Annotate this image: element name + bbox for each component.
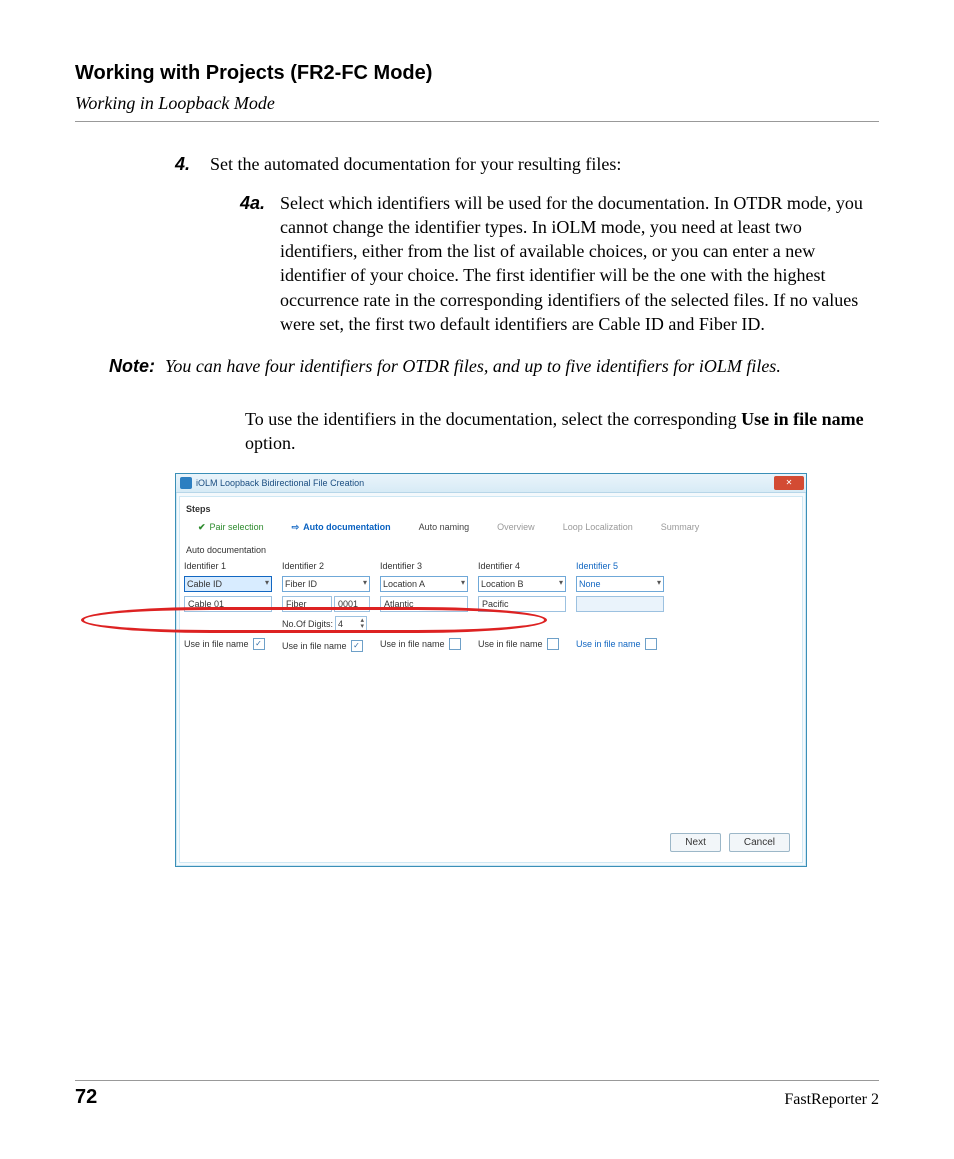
identifier-2-label: Identifier 2	[282, 560, 370, 572]
checkbox-icon[interactable]	[547, 638, 559, 650]
header-divider	[75, 121, 879, 122]
identifier-2-combo[interactable]: Fiber ID ▾	[282, 576, 370, 592]
paragraph: To use the identifiers in the documentat…	[245, 407, 879, 456]
checkbox-icon[interactable]	[351, 640, 363, 652]
digits-spinner[interactable]: 4 ▴▾	[335, 616, 367, 632]
para-bold: Use in file name	[741, 409, 863, 429]
section-title: Working in Loopback Mode	[75, 91, 879, 115]
identifier-4-usefilename[interactable]: Use in file name	[478, 638, 566, 650]
identifier-1: Identifier 1 Cable ID ▾ Cable 01 Use in …	[184, 560, 272, 652]
identifier-5-value[interactable]	[576, 596, 664, 612]
identifier-3-combo[interactable]: Location A ▾	[380, 576, 468, 592]
note-text: You can have four identifiers for OTDR f…	[165, 354, 879, 378]
check-icon: ✔	[198, 521, 206, 533]
checkbox-icon[interactable]	[253, 638, 265, 650]
tab-summary[interactable]: Summary	[647, 519, 714, 535]
identifier-4: Identifier 4 Location B ▾ Pacific Use in…	[478, 560, 566, 652]
substep-4a: 4a. Select which identifiers will be use…	[210, 191, 879, 337]
step-text: Set the automated documentation for your…	[210, 154, 621, 174]
substep-text: Select which identifiers will be used fo…	[280, 191, 879, 337]
chevron-down-icon: ▾	[265, 578, 269, 589]
footer-divider	[75, 1080, 879, 1081]
page-number: 72	[75, 1084, 97, 1111]
cancel-button[interactable]: Cancel	[729, 833, 790, 853]
dialog-title: iOLM Loopback Bidirectional File Creatio…	[196, 477, 364, 489]
identifier-5: Identifier 5 None ▾ Use in file name	[576, 560, 664, 652]
identifier-4-label: Identifier 4	[478, 560, 566, 572]
identifier-1-combo[interactable]: Cable ID ▾	[184, 576, 272, 592]
identifier-3-value[interactable]: Atlantic	[380, 596, 468, 612]
identifier-1-usefilename[interactable]: Use in file name	[184, 638, 272, 650]
step-number: 4.	[75, 152, 210, 336]
chevron-down-icon: ▾	[657, 578, 661, 589]
identifier-3-label: Identifier 3	[380, 560, 468, 572]
identifier-1-value[interactable]: Cable 01	[184, 596, 272, 612]
para-pre: To use the identifiers in the documentat…	[245, 409, 741, 429]
identifier-3-usefilename[interactable]: Use in file name	[380, 638, 468, 650]
identifier-2: Identifier 2 Fiber ID ▾ Fiber 0001 No.Of…	[282, 560, 370, 652]
tab-overview[interactable]: Overview	[483, 519, 549, 535]
tab-pair-selection[interactable]: ✔ Pair selection	[184, 519, 278, 535]
identifier-1-label: Identifier 1	[184, 560, 272, 572]
identifier-2-value2[interactable]: 0001	[334, 596, 370, 612]
steps-heading: Steps	[186, 503, 798, 515]
autodoc-section-label: Auto documentation	[186, 544, 798, 556]
checkbox-icon[interactable]	[449, 638, 461, 650]
step-4: 4. Set the automated documentation for y…	[75, 152, 879, 336]
dialog-titlebar: iOLM Loopback Bidirectional File Creatio…	[176, 474, 806, 493]
note-block: Note: You can have four identifiers for …	[75, 354, 879, 378]
tab-loop-localization[interactable]: Loop Localization	[549, 519, 647, 535]
app-icon	[180, 477, 192, 489]
wizard-steps: ✔ Pair selection ⇨ Auto documentation Au…	[184, 519, 798, 535]
identifier-2-usefilename[interactable]: Use in file name	[282, 640, 370, 652]
tab-auto-naming[interactable]: Auto naming	[405, 519, 484, 535]
dialog-window: iOLM Loopback Bidirectional File Creatio…	[175, 473, 807, 867]
dialog-blank-area	[184, 652, 798, 827]
page-footer: 72 FastReporter 2	[75, 1084, 879, 1111]
close-button[interactable]: ✕	[774, 476, 804, 490]
chevron-down-icon: ▾	[363, 578, 367, 589]
identifier-3: Identifier 3 Location A ▾ Atlantic Use i…	[380, 560, 468, 652]
arrow-icon: ⇨	[292, 521, 300, 533]
tab-auto-documentation[interactable]: ⇨ Auto documentation	[278, 519, 405, 535]
chapter-title: Working with Projects (FR2-FC Mode)	[75, 60, 879, 87]
identifier-4-value[interactable]: Pacific	[478, 596, 566, 612]
chevron-down-icon: ▾	[461, 578, 465, 589]
dialog-footer: Next Cancel	[184, 827, 798, 859]
identifier-5-usefilename[interactable]: Use in file name	[576, 638, 664, 650]
spinner-arrows-icon: ▴▾	[361, 618, 365, 630]
chevron-down-icon: ▾	[559, 578, 563, 589]
substep-number: 4a.	[210, 191, 280, 337]
para-post: option.	[245, 433, 296, 453]
identifier-5-label: Identifier 5	[576, 560, 664, 572]
product-name: FastReporter 2	[784, 1089, 879, 1111]
next-button[interactable]: Next	[670, 833, 721, 853]
note-label: Note:	[75, 354, 165, 378]
identifier-row: Identifier 1 Cable ID ▾ Cable 01 Use in …	[184, 560, 798, 652]
identifier-2-value[interactable]: Fiber	[282, 596, 332, 612]
identifier-5-combo[interactable]: None ▾	[576, 576, 664, 592]
checkbox-icon[interactable]	[645, 638, 657, 650]
digits-label: No.Of Digits:	[282, 618, 333, 630]
identifier-4-combo[interactable]: Location B ▾	[478, 576, 566, 592]
